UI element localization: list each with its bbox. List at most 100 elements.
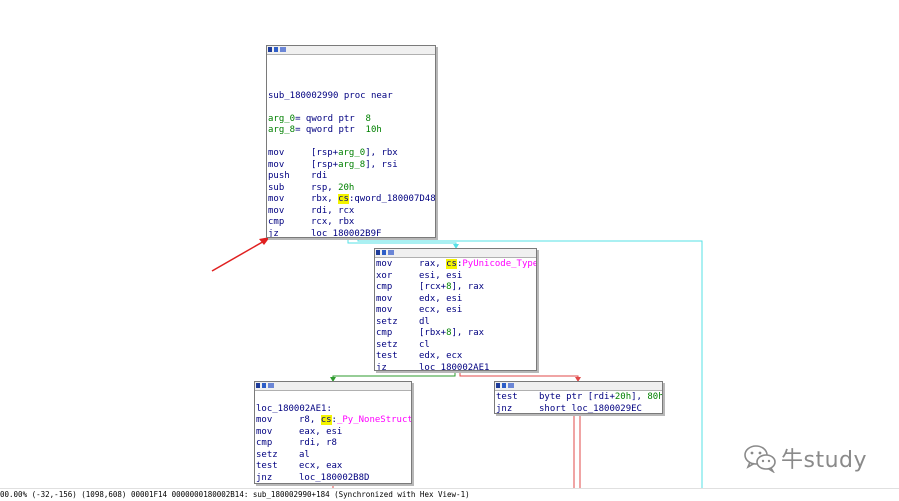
mnemonic: mov — [256, 415, 273, 425]
segment-highlight: cs — [446, 259, 457, 269]
node-title-bar[interactable] — [255, 382, 411, 391]
operand-part: 20h — [338, 182, 355, 193]
instruction-line[interactable]: cmp rdi, r8 — [256, 438, 411, 450]
mnemonic: mov — [376, 259, 393, 269]
node-group-icon[interactable] — [262, 383, 266, 388]
instruction-line[interactable]: sub rsp, 20h — [268, 183, 435, 195]
instruction-line[interactable]: mov rbx, cs:qword_180007D48 — [268, 194, 435, 206]
stack-arg-definition[interactable]: arg_8 = qword ptr 10h — [268, 125, 435, 137]
instruction-line[interactable]: setz cl — [376, 340, 536, 352]
instruction-line[interactable]: setz al — [256, 450, 411, 462]
node-group-icon[interactable] — [274, 47, 278, 52]
node-menu-icon[interactable] — [280, 47, 286, 52]
operands: [rcx+8], rax — [419, 282, 536, 294]
operand-part: loc_180002B8D — [299, 472, 370, 483]
instruction-line[interactable]: mov edx, esi — [376, 294, 536, 306]
mnemonic: jnz — [256, 472, 273, 483]
operand-part: [rbx+ — [419, 328, 447, 338]
operands: loc_180002B8D — [299, 472, 411, 484]
status-bar: 00.00% (-32,-156) (1098,608) 00001F14 00… — [0, 488, 899, 501]
operands: short loc_1800029EC — [539, 404, 662, 414]
edge-block1-to-block2 — [347, 238, 457, 248]
mnemonic: test — [256, 461, 278, 471]
watermark: 牛study — [743, 440, 867, 476]
arg-type: = qword ptr — [295, 113, 366, 124]
arg-type: = qword ptr — [295, 125, 366, 135]
graph-node-test-byte[interactable]: test byte ptr [rdi+20h], 80h jnz short loc_… — [494, 381, 663, 414]
operand-part: rdi, rcx — [311, 205, 355, 216]
edge-block2-true — [332, 371, 456, 381]
instruction-line[interactable]: mov [rsp+arg_8], rsi — [268, 160, 435, 172]
operands: edx, ecx — [419, 351, 536, 363]
operands: rdi — [311, 171, 435, 183]
operand-part: rdi — [311, 171, 328, 181]
operand-part: esi, esi — [419, 270, 463, 281]
operand-part: cl — [419, 339, 430, 350]
operands: rcx, rbx — [311, 217, 435, 229]
instruction-line[interactable]: mov [rsp+arg_0], rbx — [268, 148, 435, 160]
node-title-bar[interactable] — [495, 382, 662, 391]
instruction-line[interactable]: mov eax, esi — [256, 427, 411, 439]
operand-part: ], — [631, 392, 648, 402]
operand-part: ], rax — [451, 328, 485, 338]
operands: ecx, eax — [299, 461, 411, 473]
instruction-line[interactable]: jnz loc_180002B8D — [256, 472, 411, 484]
instruction-line[interactable]: test ecx, eax — [256, 461, 411, 473]
instruction-line[interactable]: xor esi, esi — [376, 271, 536, 283]
node-color-icon[interactable] — [268, 47, 272, 52]
instruction-line[interactable]: jnz short loc_1800029EC — [496, 404, 662, 414]
mnemonic: push — [268, 171, 290, 181]
mnemonic: cmp — [256, 438, 273, 448]
instruction-line[interactable]: setz dl — [376, 317, 536, 329]
operand-part: ], rax — [451, 282, 485, 292]
node-menu-icon[interactable] — [268, 383, 274, 388]
mnemonic: cmp — [376, 328, 393, 338]
arg-offset: 10h — [365, 125, 382, 135]
node-title-bar[interactable] — [375, 249, 536, 258]
instruction-line[interactable]: mov ecx, esi — [376, 305, 536, 317]
operand-part: ], rsi — [365, 159, 398, 170]
operand-part: ecx, esi — [419, 305, 463, 315]
graph-node-loc-180002ae1[interactable]: loc_180002AE1: mov r8, cs:_Py_NoneStruct m… — [254, 381, 412, 484]
node-color-icon[interactable] — [256, 383, 260, 388]
instruction-line[interactable]: cmp [rbx+8], rax — [376, 328, 536, 340]
operand-part: ], rbx — [365, 148, 398, 158]
operand-part: rax, — [419, 259, 447, 269]
location-label[interactable]: loc_180002AE1: — [256, 404, 411, 416]
symbol-name: PyUnicode_Type — [462, 259, 537, 269]
proc-declaration[interactable]: sub_180002990 proc near — [268, 91, 435, 103]
operand-part: [rsp+ — [311, 148, 339, 158]
graph-node-sub-180002990[interactable]: sub_180002990 proc near arg_0 = qword ptr… — [266, 45, 436, 238]
wechat-logo-icon — [744, 445, 776, 473]
watermark-text: 牛study — [781, 448, 868, 473]
instruction-line[interactable]: test byte ptr [rdi+20h], 80h — [496, 392, 662, 404]
instruction-line[interactable]: cmp [rcx+8], rax — [376, 282, 536, 294]
operands: loc_180002AE1 — [419, 363, 536, 371]
mnemonic: setz — [256, 449, 278, 460]
instruction-line[interactable]: mov rdi, rcx — [268, 206, 435, 218]
stack-arg-definition[interactable]: arg_0 = qword ptr 8 — [268, 114, 435, 126]
instruction-line[interactable]: test edx, ecx — [376, 351, 536, 363]
segment-highlight: cs — [338, 194, 349, 204]
node-menu-icon[interactable] — [388, 250, 394, 255]
node-group-icon[interactable] — [382, 250, 386, 255]
operand-part: 20h — [614, 392, 632, 402]
operands: rbx, cs:qword_180007D48 — [311, 194, 435, 206]
operands: rsp, 20h — [311, 183, 435, 195]
instruction-line[interactable]: cmp rcx, rbx — [268, 217, 435, 229]
instruction-line[interactable]: mov rax, cs:PyUnicode_Type — [376, 259, 536, 271]
instruction-line[interactable]: jz loc_180002B9F — [268, 228, 435, 238]
node-group-icon[interactable] — [502, 383, 506, 388]
operands: rax, cs:PyUnicode_Type — [419, 259, 537, 271]
node-menu-icon[interactable] — [508, 383, 514, 388]
instruction-line[interactable]: jz loc_180002AE1 — [376, 363, 536, 371]
operands: edx, esi — [419, 294, 536, 306]
instruction-line[interactable]: push rdi — [268, 171, 435, 183]
node-title-bar[interactable] — [267, 46, 435, 55]
mnemonic: jz — [268, 228, 279, 238]
segment-highlight: cs — [320, 415, 332, 425]
graph-node-pyunicode-check[interactable]: mov rax, cs:PyUnicode_Type xor esi, esi cmp [… — [374, 248, 537, 371]
node-color-icon[interactable] — [496, 383, 500, 388]
instruction-line[interactable]: mov r8, cs:_Py_NoneStruct — [256, 415, 411, 427]
node-color-icon[interactable] — [376, 250, 380, 255]
